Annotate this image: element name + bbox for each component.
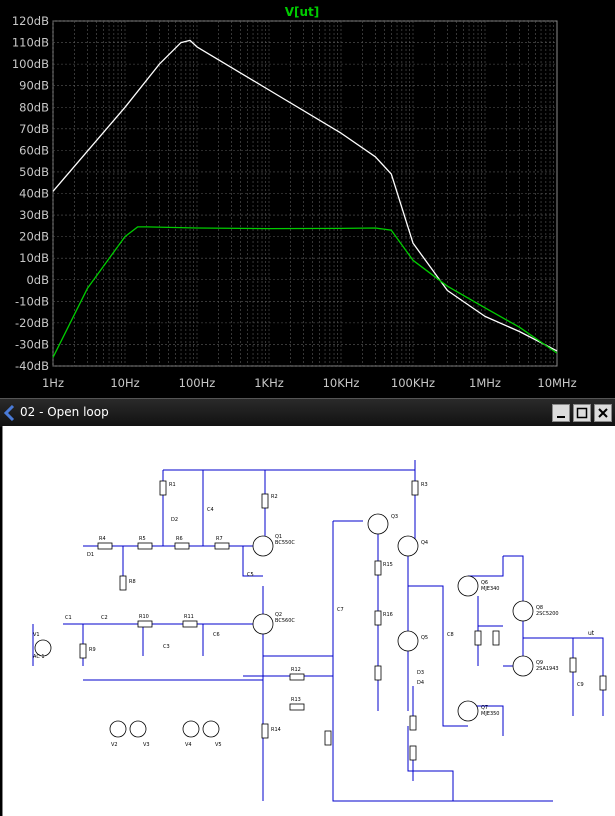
label-r8: R8 xyxy=(129,579,136,585)
label-r9: R9 xyxy=(89,647,96,653)
label-r1: R1 xyxy=(169,482,176,488)
label-r14: R14 xyxy=(271,727,281,733)
label-q3: Q3 xyxy=(391,514,398,520)
label-c1: C1 xyxy=(65,615,72,621)
y-tick-label: -40dB xyxy=(15,359,49,373)
y-tick-label: 90dB xyxy=(19,79,49,93)
label-r13: R13 xyxy=(291,697,301,703)
label-r6: R6 xyxy=(176,536,183,542)
label-r15: R15 xyxy=(383,562,393,568)
amplifier-schematic[interactable]: R1 R2 R3 R4 R5 R6 R7 R8 R9 R10 R11 R12 R… xyxy=(3,426,615,816)
x-tick-label: 1MHz xyxy=(469,376,501,390)
y-tick-label: -30dB xyxy=(15,337,49,351)
y-tick-label: 20dB xyxy=(19,230,49,244)
label-bc-npn: BC550C xyxy=(275,540,295,546)
label-ac: AC 1 xyxy=(33,654,45,660)
label-r4: R4 xyxy=(99,536,106,542)
schematic-labels: R1 R2 R3 R4 R5 R6 R7 R8 R9 R10 R11 R12 R… xyxy=(33,482,595,748)
y-tick-label: 30dB xyxy=(19,208,49,222)
maximize-button[interactable] xyxy=(573,404,591,422)
label-v2: V2 xyxy=(111,742,118,748)
label-out-pnp: 2SA1943 xyxy=(536,666,559,672)
label-bc-pnp: BC560C xyxy=(275,618,295,624)
x-tick-label: 100Hz xyxy=(179,376,216,390)
y-tick-label: 110dB xyxy=(12,36,49,50)
label-r11: R11 xyxy=(184,614,194,620)
label-q5: Q5 xyxy=(421,635,428,641)
minimize-icon xyxy=(557,416,565,418)
plot-pane[interactable]: 120dB 110dB 100dB 90dB 80dB 70dB 60dB 50dB 40dB 3… xyxy=(0,0,615,398)
y-tick-label: -10dB xyxy=(15,294,49,308)
y-tick-label: 70dB xyxy=(19,122,49,136)
label-c4: C4 xyxy=(207,507,214,513)
label-c5: C5 xyxy=(247,572,254,578)
x-tick-label: 10KHz xyxy=(323,376,360,390)
bode-plot[interactable]: 120dB 110dB 100dB 90dB 80dB 70dB 60dB 50dB 40dB 3… xyxy=(0,0,615,398)
y-tick-label: 100dB xyxy=(12,57,49,71)
label-c8: C8 xyxy=(447,632,454,638)
close-icon xyxy=(598,408,608,418)
x-tick-label: 1Hz xyxy=(42,376,64,390)
y-tick-label: 120dB xyxy=(12,14,49,28)
label-c9: C9 xyxy=(577,682,584,688)
label-d1: D1 xyxy=(87,552,94,558)
label-r5: R5 xyxy=(139,536,146,542)
label-r12: R12 xyxy=(291,667,301,673)
schematic-components xyxy=(34,480,607,761)
y-tick-label: 50dB xyxy=(19,165,49,179)
label-ut: ut xyxy=(588,630,595,637)
label-v5: V5 xyxy=(215,742,222,748)
x-tick-label: 10MHz xyxy=(537,376,576,390)
app-icon xyxy=(3,405,15,421)
label-v4: V4 xyxy=(185,742,192,748)
window-title: 02 - Open loop xyxy=(20,405,109,419)
label-c7: C7 xyxy=(337,607,344,613)
label-c2: C2 xyxy=(101,615,108,621)
label-r16: R16 xyxy=(383,612,393,618)
label-mjl-npn: MJE340 xyxy=(481,586,500,592)
close-button[interactable] xyxy=(594,404,612,422)
schematic-wires xyxy=(32,460,604,802)
label-d3: D3 xyxy=(417,670,424,676)
label-d2: D2 xyxy=(171,517,178,523)
y-tick-label: 40dB xyxy=(19,187,49,201)
trace-closed-loop-gain xyxy=(52,226,558,358)
label-out-npn: 2SC5200 xyxy=(536,611,559,617)
x-tick-label: 100KHz xyxy=(391,376,435,390)
x-tick-label: 1KHz xyxy=(254,376,284,390)
minimize-button[interactable] xyxy=(552,404,570,422)
trace-layer xyxy=(52,39,558,358)
label-d4: D4 xyxy=(417,680,424,686)
label-r3: R3 xyxy=(421,482,428,488)
label-r2: R2 xyxy=(271,494,278,500)
maximize-icon xyxy=(576,407,588,419)
y-tick-label: 60dB xyxy=(19,143,49,157)
window-titlebar[interactable]: 02 - Open loop xyxy=(0,398,615,427)
label-r10: R10 xyxy=(139,614,149,620)
y-tick-label: -20dB xyxy=(15,316,49,330)
y-tick-label: 0dB xyxy=(26,273,49,287)
label-r7: R7 xyxy=(216,536,223,542)
chart-title: V[ut] xyxy=(285,5,320,19)
y-tick-label: 10dB xyxy=(19,251,49,265)
label-v1: V1 xyxy=(33,632,40,638)
y-tick-label: 80dB xyxy=(19,100,49,114)
schematic-pane[interactable]: R1 R2 R3 R4 R5 R6 R7 R8 R9 R10 R11 R12 R… xyxy=(2,426,615,816)
trace-open-loop-gain xyxy=(52,39,558,352)
label-q4: Q4 xyxy=(421,540,428,546)
label-v3: V3 xyxy=(143,742,150,748)
x-tick-label: 10Hz xyxy=(110,376,139,390)
label-c6: C6 xyxy=(213,632,220,638)
label-c3: C3 xyxy=(163,644,170,650)
label-mjl-pnp: MJE350 xyxy=(481,711,500,717)
